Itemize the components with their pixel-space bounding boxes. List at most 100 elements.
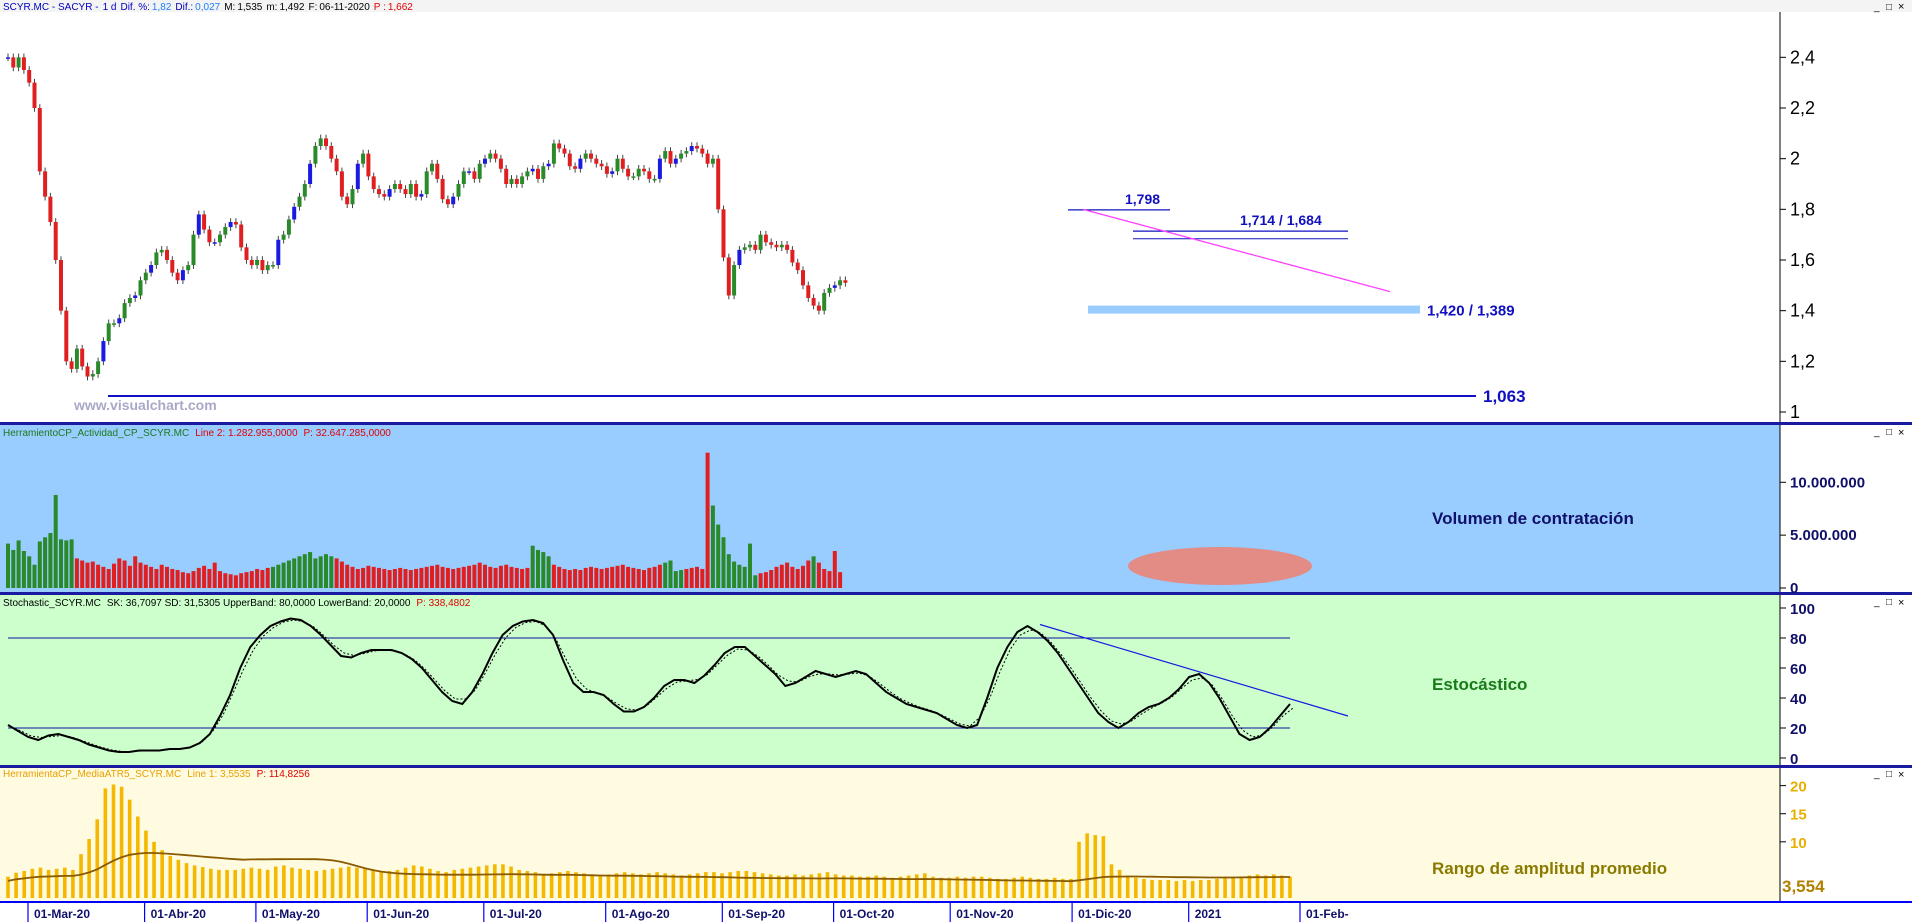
minimize-icon[interactable]: _ xyxy=(1873,597,1880,608)
volume-bar xyxy=(525,567,530,588)
candle xyxy=(578,158,583,169)
volume-bar xyxy=(244,572,249,588)
volume-bar xyxy=(382,568,387,588)
candle xyxy=(483,158,487,164)
candle xyxy=(329,146,334,159)
atr-bar xyxy=(1198,880,1203,898)
volume-bar xyxy=(276,564,281,588)
atr-bar xyxy=(598,875,603,898)
volume-bar xyxy=(493,567,498,588)
atr-bar xyxy=(1215,878,1219,898)
volume-bar xyxy=(53,494,58,588)
atr-bar xyxy=(557,872,562,898)
candle xyxy=(472,171,477,179)
volume-bar xyxy=(154,568,159,588)
volume-bar xyxy=(763,572,768,588)
stochastic-window-controls[interactable]: _ □ × xyxy=(1873,597,1904,609)
volume-window-controls[interactable]: _ □ × xyxy=(1873,427,1904,439)
candle xyxy=(122,303,127,319)
volume-bar xyxy=(795,568,800,588)
maximize-icon[interactable]: □ xyxy=(1886,2,1892,13)
date-label: 01-Nov-20 xyxy=(956,907,1014,921)
atr-bar xyxy=(1223,876,1227,898)
candle xyxy=(673,158,678,164)
volume-bar xyxy=(392,568,397,588)
price-axis-label: 1,2 xyxy=(1790,351,1815,371)
stochastic-axis-label: 40 xyxy=(1790,691,1807,708)
volume-bar xyxy=(212,562,217,588)
volume-bar xyxy=(191,571,196,588)
date-label: 01-Abr-20 xyxy=(151,907,207,921)
atr-bar xyxy=(1158,880,1162,898)
atr-bar xyxy=(736,871,741,898)
candle xyxy=(774,244,779,248)
close-icon[interactable]: × xyxy=(1898,427,1904,439)
maximize-icon[interactable]: □ xyxy=(1886,769,1892,780)
candle xyxy=(165,249,169,260)
atr-bar xyxy=(168,855,173,898)
volume-bar xyxy=(790,566,795,588)
atr-bar xyxy=(728,872,732,898)
candle xyxy=(239,224,244,248)
volume-bar xyxy=(334,558,339,588)
minimize-icon[interactable]: _ xyxy=(1873,769,1880,780)
atr-window-controls[interactable]: _ □ × xyxy=(1873,769,1904,781)
date-label: 01-Dic-20 xyxy=(1078,907,1132,921)
volume-bar xyxy=(170,568,175,588)
volume-bar xyxy=(419,567,424,588)
candle xyxy=(509,178,514,184)
maximize-icon[interactable]: □ xyxy=(1886,597,1892,608)
candle xyxy=(32,82,37,108)
candle xyxy=(398,184,403,190)
atr-bar xyxy=(630,873,635,898)
volume-bar xyxy=(96,564,101,588)
atr-bar xyxy=(914,874,919,898)
atr-bar xyxy=(1085,833,1089,898)
volume-bar xyxy=(43,537,48,588)
candle xyxy=(345,196,350,205)
atr-bar xyxy=(249,867,254,898)
date-label: 01-Sep-20 xyxy=(728,907,785,921)
atr-bar xyxy=(939,877,943,898)
minimize-icon[interactable]: _ xyxy=(1873,427,1880,438)
close-icon[interactable]: × xyxy=(1898,597,1904,609)
volume-bar xyxy=(827,571,832,588)
volume-bar xyxy=(620,564,625,588)
candle xyxy=(180,270,185,281)
atr-bar xyxy=(119,786,124,898)
candle xyxy=(37,108,42,172)
volume-bar xyxy=(324,554,328,588)
stochastic-axis-label: 80 xyxy=(1790,631,1807,648)
volume-bar xyxy=(106,568,111,588)
candle xyxy=(657,158,662,179)
volume-bar xyxy=(138,562,143,588)
atr-bar xyxy=(160,850,164,898)
maximize-icon[interactable]: □ xyxy=(1886,427,1892,438)
watermark: www.visualchart.com xyxy=(73,397,217,413)
volume-bar xyxy=(461,566,466,588)
date-label: 01-Ago-20 xyxy=(612,907,670,921)
candle xyxy=(583,153,588,159)
volume-bar xyxy=(281,562,286,588)
atr-bar xyxy=(963,877,968,898)
volume-axis-label: 0 xyxy=(1790,580,1798,597)
close-icon[interactable]: × xyxy=(1898,769,1904,781)
volume-bar xyxy=(175,570,180,588)
close-icon[interactable]: × xyxy=(1898,1,1904,13)
price-window-controls[interactable]: _ □ × xyxy=(1873,1,1904,13)
candle xyxy=(536,168,540,179)
atr-bar xyxy=(1142,878,1146,898)
volume-bar xyxy=(445,567,450,588)
candle xyxy=(498,158,503,169)
level-label-1798: 1,798 xyxy=(1125,191,1160,207)
atr-bar xyxy=(22,871,27,898)
candle xyxy=(721,209,726,258)
candle xyxy=(710,158,715,164)
volume-bar xyxy=(594,567,599,588)
minimize-icon[interactable]: _ xyxy=(1873,2,1880,13)
volume-bar xyxy=(573,568,578,588)
volume-bar xyxy=(80,560,85,588)
volume-bar xyxy=(832,551,837,588)
level-label-1063: 1,063 xyxy=(1483,387,1526,406)
volume-bar xyxy=(345,564,350,588)
